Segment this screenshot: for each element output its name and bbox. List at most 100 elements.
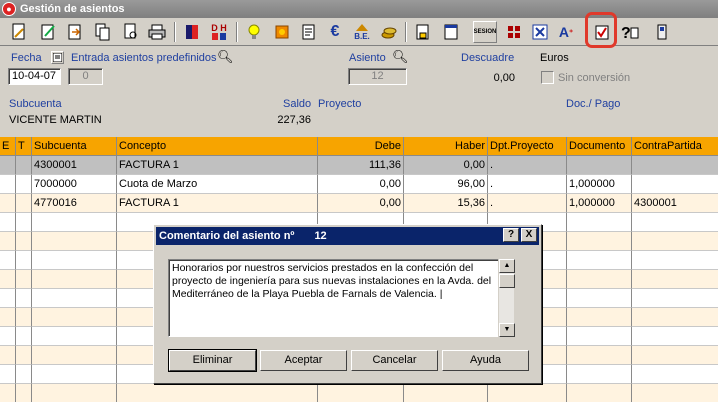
grid-icon[interactable]	[503, 21, 525, 43]
scroll-up-icon[interactable]: ▲	[499, 259, 515, 273]
search-predefined-icon[interactable]: 🔍︎	[217, 49, 234, 65]
dialog-help-button[interactable]: ?	[503, 228, 519, 242]
scroll-thumb[interactable]	[499, 274, 515, 288]
cell-e[interactable]	[0, 156, 16, 175]
empty-cell[interactable]	[0, 384, 16, 402]
cell-concepto[interactable]: Cuota de Marzo	[117, 175, 318, 194]
close-box-icon[interactable]	[529, 21, 551, 43]
cell-concepto[interactable]: FACTURA 1	[117, 194, 318, 213]
ayuda-button[interactable]: Ayuda	[442, 350, 529, 371]
cell-haber[interactable]: 0,00	[404, 156, 488, 175]
empty-cell[interactable]	[567, 346, 632, 365]
edit-icon[interactable]	[37, 21, 59, 43]
col-header-concepto[interactable]: Concepto	[117, 137, 318, 156]
empty-cell[interactable]	[16, 232, 32, 251]
comment-textarea[interactable]: Honorarios por nuestros servicios presta…	[168, 259, 514, 337]
empty-cell[interactable]	[0, 270, 16, 289]
col-header-haber[interactable]: Haber	[404, 137, 488, 156]
dialog-close-button[interactable]: X	[521, 228, 537, 242]
euro-icon[interactable]: €	[324, 21, 346, 43]
col-header-t[interactable]: T	[16, 137, 32, 156]
empty-cell[interactable]	[488, 384, 567, 402]
empty-cell[interactable]	[32, 251, 117, 270]
scroll-down-icon[interactable]: ▼	[499, 323, 515, 337]
empty-cell[interactable]	[16, 251, 32, 270]
cell-documento[interactable]	[567, 156, 632, 175]
empty-cell[interactable]	[16, 384, 32, 402]
cell-subcuenta[interactable]: 4300001	[32, 156, 117, 175]
empty-cell[interactable]	[0, 213, 16, 232]
cell-documento[interactable]: 1,000000	[567, 194, 632, 213]
empty-cell[interactable]	[632, 327, 718, 346]
cell-dpt[interactable]: .	[488, 175, 567, 194]
cell-e[interactable]	[0, 194, 16, 213]
empty-cell[interactable]	[632, 289, 718, 308]
cell-t[interactable]	[16, 175, 32, 194]
cell-debe[interactable]: 111,36	[318, 156, 404, 175]
empty-cell[interactable]	[632, 346, 718, 365]
empty-cell[interactable]	[632, 270, 718, 289]
empty-cell[interactable]	[32, 270, 117, 289]
cell-dpt[interactable]: .	[488, 194, 567, 213]
search-asiento-icon[interactable]: 🔍︎	[392, 49, 409, 65]
text-format-icon[interactable]: A ⁺	[555, 21, 577, 43]
empty-cell[interactable]	[32, 327, 117, 346]
notes-icon[interactable]	[298, 21, 320, 43]
col-header-documento[interactable]: Documento	[567, 137, 632, 156]
cell-documento[interactable]: 1,000000	[567, 175, 632, 194]
eliminar-button[interactable]: Eliminar	[168, 349, 257, 372]
empty-cell[interactable]	[0, 308, 16, 327]
col-header-dpt-proyecto[interactable]: Dpt.Proyecto	[488, 137, 567, 156]
empty-cell[interactable]	[16, 308, 32, 327]
forward-icon[interactable]	[64, 21, 86, 43]
empty-cell[interactable]	[117, 384, 318, 402]
empty-cell[interactable]	[632, 232, 718, 251]
cell-contrapartida[interactable]	[632, 175, 718, 194]
cancelar-button[interactable]: Cancelar	[351, 350, 438, 371]
empty-cell[interactable]	[632, 365, 718, 384]
empty-cell[interactable]	[32, 289, 117, 308]
empty-cell[interactable]	[32, 308, 117, 327]
empty-cell[interactable]	[567, 365, 632, 384]
empty-cell[interactable]	[16, 270, 32, 289]
cell-debe[interactable]: 0,00	[318, 175, 404, 194]
empty-cell[interactable]	[32, 384, 117, 402]
be-icon[interactable]: B.E.	[351, 21, 373, 43]
empty-cell[interactable]	[16, 327, 32, 346]
puzzle-icon[interactable]	[271, 21, 293, 43]
print-icon[interactable]	[146, 21, 168, 43]
aceptar-button[interactable]: Aceptar	[260, 350, 347, 371]
sesion-icon[interactable]: SESION	[473, 21, 497, 43]
col-header-debe[interactable]: Debe	[318, 137, 404, 156]
cell-t[interactable]	[16, 156, 32, 175]
empty-cell[interactable]	[32, 213, 117, 232]
lightbulb-icon[interactable]	[243, 21, 265, 43]
cell-debe[interactable]: 0,00	[318, 194, 404, 213]
cell-haber[interactable]: 15,36	[404, 194, 488, 213]
empty-cell[interactable]	[0, 346, 16, 365]
empty-cell[interactable]	[567, 308, 632, 327]
copy-icon[interactable]	[92, 21, 114, 43]
empty-cell[interactable]	[632, 213, 718, 232]
fecha-field[interactable]: 10-04-07	[8, 68, 61, 85]
cell-contrapartida[interactable]	[632, 156, 718, 175]
empty-cell[interactable]	[32, 365, 117, 384]
cube-icon[interactable]	[181, 21, 203, 43]
debe-haber-icon[interactable]: D H	[208, 21, 230, 43]
empty-cell[interactable]	[632, 384, 718, 402]
empty-cell[interactable]	[567, 327, 632, 346]
empty-cell[interactable]	[567, 289, 632, 308]
cell-dpt[interactable]: .	[488, 156, 567, 175]
new-doc-icon[interactable]	[8, 21, 30, 43]
col-header-e[interactable]: E	[0, 137, 16, 156]
empty-cell[interactable]	[567, 232, 632, 251]
cell-subcuenta[interactable]: 4770016	[32, 194, 117, 213]
empty-cell[interactable]	[32, 346, 117, 365]
empty-cell[interactable]	[16, 213, 32, 232]
coins-icon[interactable]	[378, 21, 400, 43]
calendar-icon[interactable]	[440, 21, 462, 43]
comment-scrollbar[interactable]: ▲ ▼	[498, 259, 515, 337]
empty-cell[interactable]	[567, 384, 632, 402]
empty-cell[interactable]	[0, 327, 16, 346]
cell-concepto[interactable]: FACTURA 1	[117, 156, 318, 175]
